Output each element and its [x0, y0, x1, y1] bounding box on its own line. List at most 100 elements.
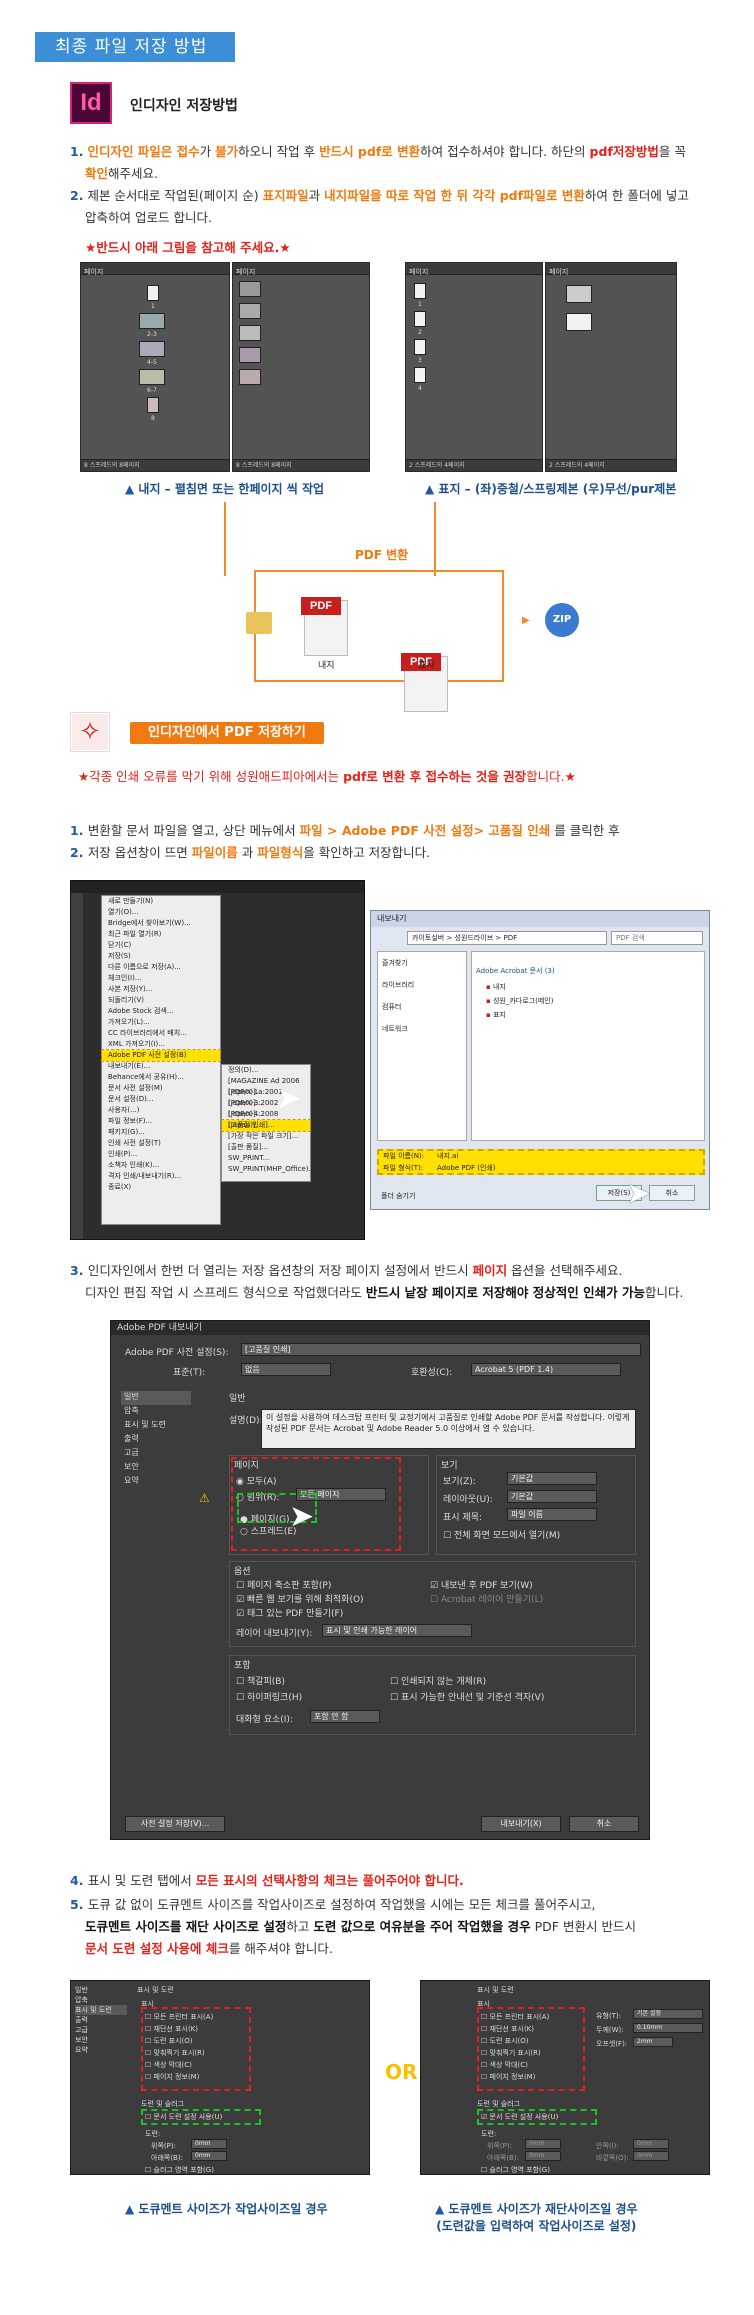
file-menu-item[interactable]: 사본 저장(Y)... [102, 984, 220, 995]
pdf-preset-item[interactable]: [출판 품질]... [222, 1142, 310, 1153]
file-menu-item[interactable]: 소책자 인쇄(K)... [102, 1160, 220, 1171]
file-menu: 새로 만들기(N) 열기(O)... Bridge에서 찾아보기(W)... 최근 파… [101, 895, 221, 1225]
marks-dialog-trim-size: 표시 및 도련 표시 ☐ 모든 프린터 표시(A) ☐ 재단선 표시(K) ☐ 도련… [420, 1980, 710, 2175]
pdf-preset-item[interactable]: SW_PRINT... [222, 1153, 310, 1164]
file-menu-item[interactable]: 되돌리기(V) [102, 995, 220, 1006]
folder-icon [246, 612, 272, 634]
pdf-file-icon-inner: PDF [301, 597, 348, 656]
step2-line: 2. 저장 옵션창이 뜨면 파일이름 과 파일형식을 확인하고 저장합니다. [70, 845, 431, 860]
warning-icon: ⚠ [199, 1491, 210, 1505]
file-menu-item[interactable]: 사용자(...) [102, 1105, 220, 1116]
step5-text: 5. 도큐 값 없이 도큐멘트 사이즈를 작업사이즈로 설정하여 작업했을 시에… [70, 1897, 636, 1956]
file-menu-item[interactable]: 닫기(C) [102, 940, 220, 951]
file-menu-item[interactable]: 최근 파일 열기(R) [102, 929, 220, 940]
step3-text: 3. 인디자인에서 한번 더 열리는 저장 옵션창의 저장 페이지 설정에서 반… [70, 1263, 684, 1300]
path-bar[interactable]: 카이토실버 > 성원드라이브 > PDF [407, 931, 607, 945]
search-input[interactable]: PDF 검색 [611, 931, 703, 945]
marks-list[interactable]: ☐ 모든 프린터 표시(A) ☐ 재단선 표시(K) ☐ 도련 표시(O) ☐ 맞춰찍… [145, 2011, 213, 2083]
step1-line: 1. 변환할 문서 파일을 열고, 상단 메뉴에서 파일 > Adobe PDF… [70, 823, 620, 838]
include-group: 포함 ☐ 책갈피(B) ☐ 하이퍼링크(H) ☐ 인쇄되지 않는 개체(R) ☐… [229, 1655, 636, 1735]
standard-select[interactable]: 없음 [241, 1363, 331, 1376]
file-menu-item[interactable]: XML 가져오기(I)... [102, 1039, 220, 1050]
file-menu-item[interactable]: Bridge에서 찾아보기(W)... [102, 918, 220, 929]
arrow-right-icon: ▶ [522, 615, 530, 626]
view-group: 보기 보기(Z): 기본값 레이아웃(U): 기본값 표시 제목: 파일 이름 … [436, 1455, 636, 1555]
section-header: 최종 파일 저장 방법 [35, 32, 235, 62]
or-label: OR [385, 2060, 418, 2084]
pages-panel-cover-a: 페이지 1 2 3 4 2 스프레드의 4페이지 [405, 262, 543, 472]
pages-panel-cover-b: 페이지 2 스프레드의 4페이지 [545, 262, 677, 472]
step4-text: 4. 표시 및 도련 탭에서 모든 표시의 선택사항의 체크는 풀어주어야 합니… [70, 1873, 464, 1888]
indesign-logo-icon: Id [70, 82, 112, 124]
caption-cover: ▲ 표지 – (좌)중철/스프링제본 (우)무선/pur제본 [425, 482, 677, 496]
step2-text: 2. 제본 순서대로 작업된(페이지 순) 표지파일과 내지파일을 따로 작업 … [70, 188, 689, 225]
section2-title: 인디자인에서 PDF 저장하기 [130, 722, 324, 744]
acrobat-logo-icon: ✧ [70, 712, 110, 752]
file-menu-item[interactable]: 저장(S) [102, 951, 220, 962]
export-nav: 일반 압축 표시 및 도련 출력 고급 보안 요약 [121, 1391, 191, 1489]
pdf-cover-label: 표지 [418, 661, 435, 671]
description-box: 이 설정을 사용하여 데스크탑 프린터 및 교정기에서 고품질로 인쇄할 Ado… [261, 1409, 636, 1449]
pdf-preset-item[interactable]: [가장 작은 파일 크기]... [222, 1131, 310, 1142]
cancel-button[interactable]: 취소 [649, 1185, 695, 1201]
convert-label: PDF 변환 [355, 548, 409, 562]
pdf-conversion-box: PDF 내지 PDF 표지 [246, 570, 504, 712]
file-menu-item[interactable]: CC 라이브러리에서 배치... [102, 1028, 220, 1039]
connector-line-left [224, 502, 226, 576]
file-menu-item[interactable]: 가져오기(L)... [102, 1017, 220, 1028]
save-sidebar: 즐겨찾기 라이브러리 컴퓨터 네트워크 [377, 951, 467, 1141]
file-menu-item[interactable]: 새로 만들기(N) [102, 896, 220, 907]
file-menu-item[interactable]: Adobe PDF 사전 설정(B) [101, 1049, 221, 1062]
pdf-preset-item[interactable]: 정의(D)... [222, 1065, 310, 1076]
file-menu-item[interactable]: 문서 사전 설정(M) [102, 1083, 220, 1094]
save-preset-button[interactable]: 사전 설정 저장(V)... [125, 1816, 225, 1832]
pdf-export-dialog: Adobe PDF 내보내기 Adobe PDF 사전 설정(S): [고품질 … [110, 1320, 650, 1840]
cursor-icon: ➤ [289, 1499, 315, 1534]
zip-icon: ZIP [545, 603, 579, 637]
bleed-checkbox[interactable]: ☐ 문서 도련 설정 사용(U) [145, 2112, 222, 2122]
filename-field[interactable]: 내지.ai [437, 1151, 458, 1161]
file-menu-item[interactable]: 종료(X) [102, 1182, 220, 1193]
file-menu-item[interactable]: 체크인(I)... [102, 973, 220, 984]
file-menu-item[interactable]: 문서 설정(D)... [102, 1094, 220, 1105]
cancel-button[interactable]: 취소 [569, 1816, 639, 1832]
bleed-checkbox-checked[interactable]: ☑ 문서 도련 설정 사용(U) [481, 2112, 558, 2122]
indesign-menu-screenshot: 새로 만들기(N) 열기(O)... Bridge에서 찾아보기(W)... 최근 파… [70, 880, 365, 1240]
pdf-inner-label: 내지 [318, 661, 335, 671]
file-menu-item[interactable]: Behance에서 공유(H)... [102, 1072, 220, 1083]
file-menu-item[interactable]: 열기(O)... [102, 907, 220, 918]
caption-inner: ▲ 내지 – 펼침면 또는 한페이지 씩 작업 [125, 482, 325, 496]
file-menu-item[interactable]: 인쇄 사전 설정(T) [102, 1138, 220, 1149]
step1-text: 1. 인디자인 파일은 접수가 불가하오니 작업 후 반드시 pdf로 변환하여… [70, 144, 686, 181]
file-menu-item[interactable]: 격자 인쇄/내보내기(R)... [102, 1171, 220, 1182]
file-menu-item[interactable]: 다른 이름으로 저장(A)... [102, 962, 220, 973]
warning-text: ★각종 인쇄 오류를 막기 위해 성원애드피아에서는 pdf로 변환 후 접수하… [78, 769, 576, 784]
hide-folders[interactable]: 폴더 숨기기 [381, 1191, 415, 1201]
filetype-select[interactable]: Adobe PDF (인쇄) [437, 1163, 496, 1173]
save-file-list: Adobe Acrobat 문서 (3) ▪ 내지 ▪ 성원_카다로그(메인) … [471, 951, 705, 1141]
marks-list[interactable]: ☐ 모든 프린터 표시(A) ☐ 재단선 표시(K) ☐ 도련 표시(O) ☐ 맞춰찍… [481, 2011, 549, 2083]
preset-select[interactable]: [고품질 인쇄] [241, 1343, 641, 1356]
export-button[interactable]: 내보내기(X) [481, 1816, 561, 1832]
options-group: 옵션 ☐ 페이지 축소판 포함(P) ☑ 빠른 웹 보기를 위해 최적화(O) … [229, 1561, 636, 1647]
filename-highlight [377, 1149, 705, 1175]
file-menu-item[interactable]: 파일 정보(F)... [102, 1116, 220, 1127]
pages-panel-inner-a: 페이지 1 2-3 4-5 6-7 8 8 스프레드의 8페이지 [80, 262, 230, 472]
note-text: ★반드시 아래 그림을 참고해 주세요.★ [85, 240, 291, 255]
caption-work-size: ▲ 도큐멘트 사이즈가 작업사이즈일 경우 [125, 2202, 328, 2216]
marks-dialog-work-size: 일반 압축 표시 및 도련 출력 고급 보안 요약 표시 및 도련 표시 ☐ 모… [70, 1980, 370, 2175]
connector-line-right [434, 502, 436, 576]
file-menu-item[interactable]: 내보내기(E)... [102, 1061, 220, 1072]
file-menu-item[interactable]: Adobe Stock 검색... [102, 1006, 220, 1017]
save-dialog: 내보내기 카이토실버 > 성원드라이브 > PDF PDF 검색 즐겨찾기 라이… [370, 910, 710, 1211]
pdf-preset-item[interactable]: [고품질 인쇄]... [221, 1119, 311, 1132]
pdf-preset-item[interactable]: SW_PRINT(MHP_Office)... [222, 1164, 315, 1175]
file-menu-item[interactable]: 인쇄(P)... [102, 1149, 220, 1160]
pages-panel-inner-b: 페이지 8 스프레드의 8페이지 [232, 262, 370, 472]
file-menu-item[interactable]: 패키지(G)... [102, 1127, 220, 1138]
section1-title: 인디자인 저장방법 [130, 98, 238, 114]
cursor-icon: ➤ [276, 1081, 302, 1116]
caption-trim-size: ▲ 도큐멘트 사이즈가 재단사이즈일 경우 (도련값을 입력하여 작업사이즈로 설… [435, 2202, 638, 2233]
cursor-icon: ➤ [626, 1176, 652, 1211]
compat-select[interactable]: Acrobat 5 (PDF 1.4) [471, 1363, 621, 1376]
